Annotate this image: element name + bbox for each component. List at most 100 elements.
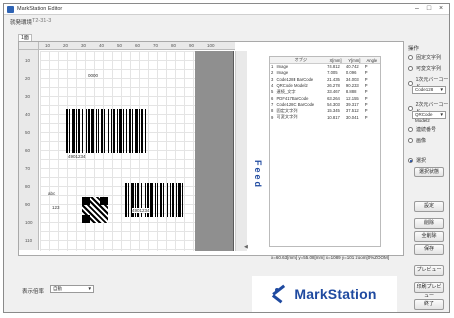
barcode-bar	[88, 109, 90, 153]
ruler-tick-label: 50	[25, 130, 31, 135]
barcode-bar	[111, 109, 112, 153]
maximize-icon[interactable]: □	[423, 5, 435, 13]
printer-value: T2-31-3	[32, 18, 52, 24]
ruler-tick-label: 30	[81, 43, 87, 48]
ruler-tick-label: 60	[25, 148, 31, 153]
barcode-bar	[132, 109, 133, 153]
feed-direction-label: Feed	[253, 160, 263, 190]
table-cell	[364, 240, 380, 246]
radio-label: 可変文字列	[416, 66, 442, 72]
chevron-down-icon: ▼	[439, 87, 444, 92]
barcode-bar	[123, 109, 124, 153]
ruler-tick-label: 80	[25, 184, 31, 189]
ruler-tick-label: 70	[153, 43, 159, 48]
barcode-bar	[167, 183, 168, 217]
barcode-bar	[170, 183, 171, 217]
chevron-down-icon: ▼	[87, 286, 92, 291]
minimize-icon[interactable]: –	[411, 5, 423, 13]
scroll-left-arrow-icon[interactable]: ◀	[244, 244, 250, 250]
barcode-bar	[172, 183, 174, 217]
barcode-bar	[66, 109, 68, 153]
brand-logo: MarkStation	[252, 276, 397, 312]
qr-code-object[interactable]	[82, 197, 108, 223]
operations-title: 操作	[408, 46, 420, 52]
ruler-tick-label: 10	[45, 43, 51, 48]
radio-label: 選択	[416, 158, 427, 164]
horizontal-ruler: 10 20 30 40 50 60 70 80 90 100	[39, 42, 235, 50]
radio-dot-icon	[408, 105, 413, 111]
barcode-object-1[interactable]	[66, 109, 148, 153]
delete-all-button[interactable]: 全削除	[414, 231, 444, 242]
barcode-bar	[82, 109, 83, 153]
radio-select[interactable]: 選択	[408, 157, 426, 164]
ruler-tick-label: 90	[189, 43, 195, 48]
radio-dot-icon	[408, 138, 413, 143]
barcode-bar	[91, 109, 94, 153]
barcode-bar	[76, 109, 77, 153]
ruler-tick-label: 20	[25, 76, 31, 81]
radio-dot-icon	[408, 158, 413, 163]
app-window: MarkStation Editor – □ × 就発環境 T2-31-3 1面…	[3, 3, 450, 313]
vertical-scrollbar[interactable]	[235, 51, 247, 251]
barcode-bar	[129, 109, 131, 153]
print-preview-button[interactable]: 印刷プレビュー	[414, 282, 444, 299]
selection-state-button[interactable]: 選択状態	[414, 167, 444, 177]
radio-fixed-text[interactable]: 固定文字列	[408, 54, 441, 61]
zoom-label: 表示倍率	[22, 289, 45, 295]
table-empty-row	[270, 240, 380, 246]
ruler-tick-label: 40	[25, 112, 31, 117]
ruler-tick-label: 40	[99, 43, 105, 48]
radio-variable-text[interactable]: 可変文字列	[408, 65, 441, 72]
barcode-bar	[78, 109, 80, 153]
preview-button[interactable]: プレビュー	[414, 265, 444, 276]
ruler-tick-label: 90	[25, 202, 31, 207]
select-value: Code128	[415, 87, 434, 92]
radio-image[interactable]: 画像	[408, 137, 426, 144]
barcode-bar	[113, 109, 115, 153]
barcode-bar	[101, 109, 103, 153]
barcode-bar	[119, 109, 122, 153]
ruler-tick-label: 100	[207, 43, 215, 48]
radio-dot-icon	[408, 127, 413, 132]
brand-name: MarkStation	[294, 286, 377, 302]
1d-barcode-type-select[interactable]: Code128 ▼	[412, 86, 446, 94]
barcode-bar	[135, 109, 138, 153]
qr-label-text: 123	[52, 205, 60, 210]
radio-serial-number[interactable]: 連続番号	[408, 126, 436, 133]
label-text-object[interactable]: 0000	[88, 73, 98, 78]
zoom-select[interactable]: 自動 ▼	[50, 285, 94, 293]
radio-dot-icon	[408, 55, 413, 60]
label-design-area[interactable]: 0000 4901234 abc 123 4901234	[40, 51, 195, 251]
barcode-bar	[163, 183, 164, 217]
exit-button[interactable]: 終了	[414, 299, 444, 310]
ruler-tick-label: 100	[25, 220, 33, 225]
barcode-bar	[145, 109, 146, 153]
barcode-1-text: 4901234	[68, 154, 86, 159]
small-text-object[interactable]: abc	[48, 191, 55, 196]
barcode-bar	[108, 109, 109, 153]
ruler-tick-label: 10	[25, 58, 31, 63]
window-title: MarkStation Editor	[17, 6, 63, 12]
barcode-bar	[128, 183, 129, 217]
ruler-tick-label: 50	[117, 43, 123, 48]
chevron-down-icon: ▼	[439, 112, 444, 117]
2d-barcode-type-select[interactable]: QRCode Model2 ▼	[412, 111, 446, 123]
barcode-bar	[141, 109, 143, 153]
ruler-tick-label: 30	[25, 94, 31, 99]
ruler-tick-label: 70	[25, 166, 31, 171]
barcode-bar	[104, 109, 105, 153]
barcode-bar	[182, 183, 183, 217]
close-icon[interactable]: ×	[435, 5, 447, 13]
delete-button[interactable]: 削除	[414, 218, 444, 229]
ruler-tick-label: 80	[171, 43, 177, 48]
object-list-table[interactable]: オブジ X[mm] Y[mm] Angle 1 Image 74.812 40.742…	[269, 56, 381, 248]
app-icon	[7, 5, 14, 13]
settings-button[interactable]: 設定	[414, 201, 444, 212]
save-button[interactable]: 保存	[414, 244, 444, 255]
table-cell	[326, 240, 345, 246]
ruler-tick-label: 110	[25, 238, 33, 243]
ruler-tick-label: 20	[63, 43, 69, 48]
radio-dot-icon	[408, 80, 413, 86]
barcode-bar	[72, 109, 75, 153]
ruler-corner	[19, 42, 39, 50]
